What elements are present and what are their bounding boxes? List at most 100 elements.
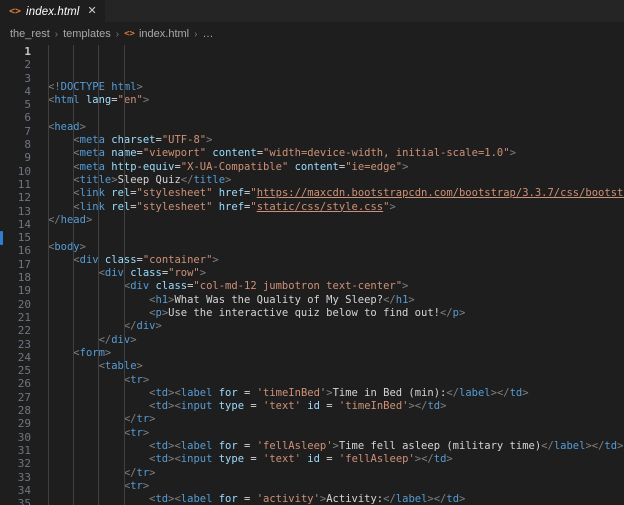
- code-line: <td><input type = 'text' id = 'timeInBed…: [48, 400, 624, 413]
- code-token-attr: content: [212, 147, 257, 160]
- line-number: 17: [17, 257, 31, 271]
- code-token-tag: tr: [136, 466, 150, 479]
- code-token-str: "en": [117, 94, 143, 107]
- line-number: 3: [24, 71, 31, 85]
- code-token-str: 'timeInBed': [256, 386, 327, 399]
- code-token-attr: type: [218, 453, 245, 466]
- code-token-str: 'text': [263, 453, 301, 466]
- code-token-punc: </: [180, 174, 194, 187]
- code-line: <p>Use the interactive quiz below to fin…: [48, 307, 624, 320]
- code-token-punc: ><: [168, 386, 181, 399]
- code-token-tag: input: [180, 453, 213, 466]
- code-token-punc: >: [149, 466, 156, 479]
- code-token-tag: table: [104, 360, 137, 373]
- code-token-punc: </: [123, 466, 137, 479]
- code-token-tag: link: [79, 200, 105, 213]
- line-number: 31: [17, 443, 31, 457]
- code-token-punc: >: [85, 213, 93, 226]
- code-token-attr: rel: [111, 187, 131, 200]
- code-token-tag: td: [446, 493, 460, 505]
- code-token-tag: meta: [79, 160, 105, 173]
- code-token-tag: label: [180, 386, 213, 399]
- code-token-punc: >: [104, 346, 112, 359]
- code-content[interactable]: <!DOCTYPE html> <html lang="en"> <head> <m…: [40, 45, 624, 505]
- code-token-attr: for: [218, 386, 238, 399]
- line-number: 7: [24, 124, 31, 138]
- code-token-punc: >: [155, 320, 162, 333]
- html-file-icon: <>: [124, 29, 135, 39]
- code-token-tag: td: [604, 440, 618, 453]
- code-line: <meta name="viewport" content="width=dev…: [48, 147, 624, 160]
- code-token-link: static/css/style.css: [256, 200, 384, 213]
- code-token-tag: div: [111, 333, 131, 346]
- code-token-attr: for: [218, 440, 238, 453]
- code-token-punc: >: [459, 493, 466, 505]
- code-token-attr: rel: [111, 200, 131, 213]
- breadcrumb-item-index-html[interactable]: index.html: [139, 28, 189, 40]
- line-number: 29: [17, 417, 31, 431]
- code-token-punc: <!: [48, 81, 61, 93]
- code-token-str: "viewport": [142, 147, 207, 160]
- code-editor[interactable]: 1 2 3 4 5 6 7 8 9 10 11 12 13 14 15 16 17 18 19 20 21 22 23 24 2…: [0, 45, 624, 505]
- code-line: <tr>: [48, 374, 624, 387]
- editor-tab-label: index.html: [26, 5, 80, 18]
- code-line: </head>: [48, 214, 624, 227]
- code-line: <!DOCTYPE html>: [48, 81, 624, 94]
- chevron-right-icon: ›: [115, 28, 120, 40]
- code-token-tag: label: [459, 386, 491, 399]
- code-token-punc: </: [98, 333, 112, 346]
- code-line: <link rel="stylesheet" href="static/css/…: [48, 201, 624, 214]
- code-token-punc: </: [439, 307, 453, 320]
- line-number: 26: [17, 377, 31, 391]
- code-token-punc: >: [212, 253, 219, 266]
- code-token-punc: ><: [168, 453, 181, 466]
- line-number: 13: [17, 204, 31, 218]
- code-token-punc: >: [142, 373, 150, 386]
- breadcrumb: the_rest › templates › <> index.html › …: [0, 23, 624, 45]
- code-token-punc: >: [458, 307, 466, 320]
- code-token-tag: h1: [155, 293, 169, 306]
- code-token-tag: tr: [130, 426, 143, 439]
- close-icon[interactable]: ✕: [87, 6, 96, 17]
- editor-tab-index-html[interactable]: <> index.html ✕: [0, 0, 105, 22]
- code-token-tag: tr: [136, 413, 150, 426]
- code-token-attr: charset: [111, 134, 156, 147]
- line-number: 19: [17, 284, 31, 298]
- breadcrumb-item-the-rest[interactable]: the_rest: [10, 28, 50, 40]
- code-line: <form>: [48, 347, 624, 360]
- code-token-punc: >: [389, 200, 396, 213]
- code-token-str: "stylesheet": [136, 200, 213, 213]
- breadcrumb-item-templates[interactable]: templates: [63, 28, 111, 40]
- line-number: 4: [24, 84, 31, 98]
- code-line: </tr>: [48, 467, 624, 480]
- code-token-str: "width=device-width, initial-scale=1.0": [263, 147, 510, 160]
- code-token-tag: html: [111, 81, 137, 93]
- code-token-tag: tr: [130, 373, 143, 386]
- code-token-txt: What Was the Quality of My Sleep?: [174, 293, 384, 306]
- code-token-tag: td: [155, 400, 169, 413]
- code-token-punc: >: [408, 293, 415, 306]
- code-token-punc: >: [440, 400, 447, 413]
- code-line: <td><label for = 'timeInBed'>Time in Bed…: [48, 387, 624, 400]
- code-token-txt: Activity:: [326, 493, 384, 505]
- code-token-attr: href: [218, 200, 245, 213]
- line-number: 22: [17, 324, 31, 338]
- line-number: 1: [24, 45, 31, 58]
- breadcrumb-item-more[interactable]: …: [202, 28, 213, 40]
- code-token-punc: </: [383, 493, 396, 505]
- code-token-punc: >: [142, 479, 150, 492]
- code-line: <div class="container">: [48, 254, 624, 267]
- code-token-attr: class: [130, 267, 162, 280]
- code-lines: <!DOCTYPE html> <html lang="en"> <head> <m…: [40, 81, 624, 505]
- code-line: <h1>What Was the Quality of My Sleep?</h…: [48, 294, 624, 307]
- line-number: 12: [17, 191, 31, 205]
- code-token-tag: html: [54, 94, 80, 107]
- line-number: 2: [24, 58, 31, 72]
- code-token-punc: </: [446, 386, 460, 399]
- code-token-attr: for: [218, 493, 238, 505]
- code-token-txt: Use the interactive quiz below to find o…: [168, 307, 440, 320]
- line-number: 14: [17, 217, 31, 231]
- code-token-txt: Time fell asleep (military time): [338, 440, 542, 453]
- code-token-str: "col-md-12 jumbotron text-center": [193, 280, 403, 293]
- overview-ruler-marker[interactable]: [0, 231, 3, 245]
